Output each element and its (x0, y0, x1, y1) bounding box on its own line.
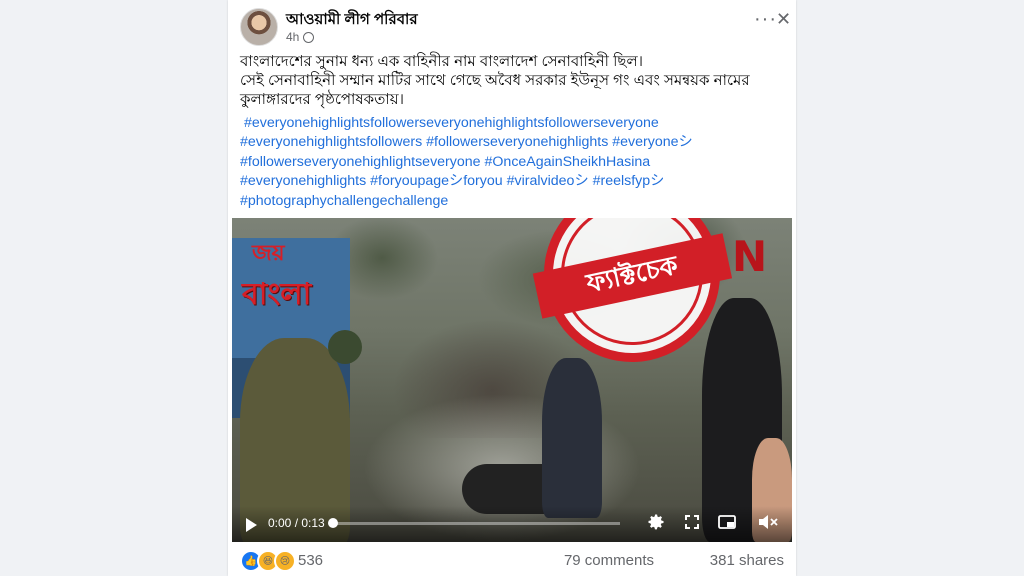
channel-logo-top: জয় (252, 240, 285, 265)
video-player[interactable]: জয় বাংলা N ফ্যাক্টচেক 0:00 / 0:13 (232, 218, 792, 542)
volume-muted-icon[interactable] (758, 514, 778, 530)
hashtag-link[interactable]: #followerseveryonehighlights (426, 134, 608, 150)
shares-count[interactable]: 381 shares (710, 552, 784, 569)
author-avatar[interactable] (240, 8, 278, 46)
video-soldier-helmet (328, 330, 362, 364)
play-icon[interactable] (246, 518, 257, 532)
reaction-count[interactable]: 536 (298, 552, 323, 569)
post-time[interactable]: 4h (286, 30, 315, 44)
more-options-button[interactable]: ··· (754, 9, 777, 29)
hashtag-block: #everyonehighlightsfollowerseveryonehigh… (240, 114, 788, 211)
hashtag-link[interactable]: #everyoneシ (612, 134, 692, 150)
picture-in-picture-icon[interactable] (718, 515, 736, 529)
video-time-readout: 0:00 / 0:13 (268, 516, 325, 530)
expand-icon[interactable] (684, 514, 700, 530)
reaction-icons[interactable]: 👍 😆 😢 (240, 550, 296, 572)
channel-logo: জয় বাংলা (234, 228, 326, 312)
comments-count[interactable]: 79 comments (564, 552, 654, 569)
post-text-line: সেই সেনাবাহিনী সম্মান মাটির সাথে গেছে অব… (240, 72, 750, 89)
sad-reaction-icon: 😢 (274, 550, 296, 572)
post-time-label[interactable]: 4h (286, 30, 299, 44)
hashtag-link[interactable]: #reelsfypシ (593, 173, 665, 189)
video-person-center (542, 358, 602, 518)
video-progress-thumb[interactable] (328, 518, 338, 528)
hashtag-link[interactable]: #everyonehighlightsfollowers (240, 134, 422, 150)
close-icon[interactable]: ✕ (776, 10, 791, 28)
channel-mark: N (732, 232, 768, 281)
video-controls: 0:00 / 0:13 (232, 506, 792, 542)
post-text-line: বাংলাদেশের সুনাম ধন্য এক বাহিনীর নাম বাং… (240, 53, 644, 70)
hashtag-link[interactable]: #foryoupageシforyou (370, 173, 503, 189)
hashtag-link[interactable]: #OnceAgainSheikhHasina (485, 154, 651, 170)
hashtag-link[interactable]: #everyonehighlightsfollowerseveryonehigh… (244, 115, 659, 131)
video-progress-bar[interactable] (332, 522, 620, 525)
hashtag-link[interactable]: #photographychallengechallenge (240, 193, 448, 209)
hashtag-link[interactable]: #viralvideoシ (507, 173, 589, 189)
hashtag-link[interactable]: #everyonehighlights (240, 173, 366, 189)
post-body-text: বাংলাদেশের সুনাম ধন্য এক বাহিনীর নাম বাং… (240, 52, 788, 109)
settings-gear-icon[interactable] (646, 512, 666, 532)
channel-logo-bottom: বাংলা (242, 278, 312, 311)
post-text-line: কুলাঙ্গারদের পৃষ্ঠপোষকতায়। (240, 91, 404, 108)
post-footer: 👍 😆 😢 536 79 comments 381 shares (240, 550, 784, 572)
post-card: আওয়ামী লীগ পরিবার 4h ··· ✕ বাংলাদেশের স… (228, 0, 796, 576)
hashtag-link[interactable]: #followerseveryonehighlightseveryone (240, 154, 481, 170)
globe-icon (303, 31, 315, 43)
